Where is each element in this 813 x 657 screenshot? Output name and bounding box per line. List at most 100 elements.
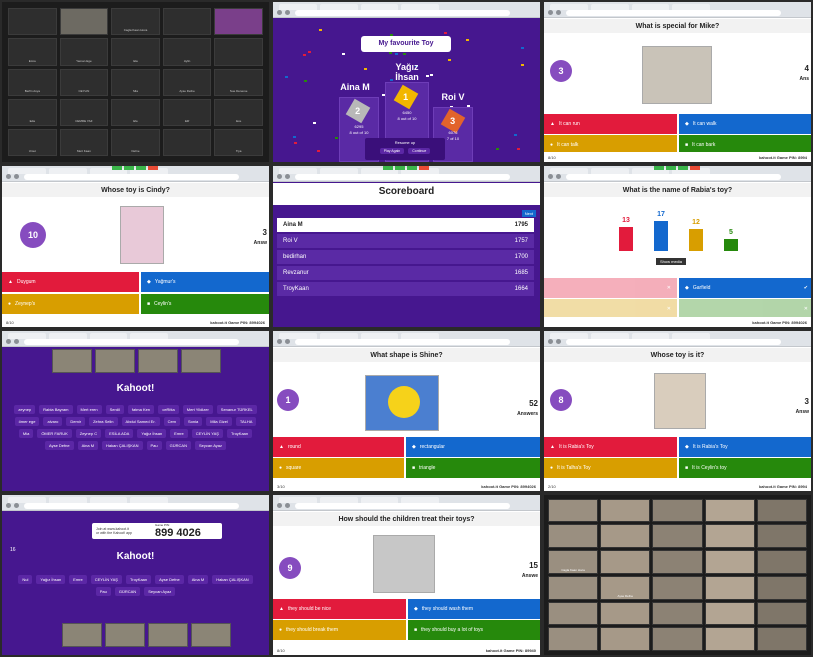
play-again-button[interactable]: Play Again xyxy=(379,148,405,154)
player-chip[interactable]: GÜRCAN xyxy=(165,440,191,450)
participant-tile[interactable] xyxy=(756,498,807,523)
player-chip[interactable]: Mert eren xyxy=(76,404,102,414)
player-chip[interactable]: Demir xyxy=(66,416,86,426)
participant-tile[interactable]: Efe xyxy=(111,98,160,126)
player-chip[interactable]: TroyKaan xyxy=(125,574,152,584)
participant-tile[interactable] xyxy=(652,524,703,549)
show-media-button[interactable]: Show media xyxy=(656,258,687,266)
player-chip[interactable]: Pau xyxy=(95,586,111,596)
answer-option-blue[interactable]: ◆ Garfield ✔ xyxy=(679,278,811,299)
participant-tile[interactable] xyxy=(214,8,263,36)
answer-option-green[interactable]: ■ Ceylin's xyxy=(141,294,269,315)
player-chip[interactable]: Abdul Samed Er. xyxy=(121,416,160,426)
player-chip[interactable]: Hakan ÇALIŞKAN xyxy=(102,440,143,450)
answer-option-blue[interactable]: ◆ rectangular xyxy=(406,436,540,457)
answer-option-red[interactable]: ▲ they should be nice xyxy=(273,598,406,619)
player-chip[interactable]: ceRitta xyxy=(158,404,179,414)
participant-tile[interactable]: Eda xyxy=(8,98,57,126)
player-chip[interactable]: GÜRCAN xyxy=(114,586,141,596)
player-chip[interactable]: ömer ege xyxy=(14,416,40,426)
participant-tile[interactable]: Ece xyxy=(214,98,263,126)
answer-option-green[interactable]: ■ triangle xyxy=(406,457,540,478)
participant-tile[interactable] xyxy=(8,8,57,36)
player-chip[interactable]: Mia xyxy=(18,428,34,438)
player-chip[interactable]: Emre xyxy=(170,428,188,438)
player-chip[interactable]: fatma Kerı xyxy=(127,404,155,414)
answer-option-blue[interactable]: ◆ It can walk xyxy=(679,114,811,134)
player-chip[interactable]: ESİLA ADA xyxy=(105,428,134,438)
participant-tile[interactable] xyxy=(652,627,703,651)
participant-tile[interactable] xyxy=(756,627,807,651)
player-chip[interactable]: Yağız İhsan xyxy=(36,574,66,584)
answer-option-green[interactable]: ■ It is Ceylin's toy xyxy=(679,457,811,478)
participant-tile[interactable] xyxy=(756,524,807,549)
player-chip[interactable]: Ayse Defne xyxy=(155,574,184,584)
player-chip[interactable]: TroyKaan xyxy=(226,428,253,438)
participant-tile[interactable]: Umut xyxy=(8,129,57,157)
participant-tile[interactable] xyxy=(548,524,599,549)
participant-tile[interactable] xyxy=(704,498,755,523)
answer-option-yellow[interactable]: ● Zeynep's xyxy=(2,294,139,315)
player-chip[interactable]: TALHA xyxy=(235,416,257,426)
participant-tile[interactable] xyxy=(704,627,755,651)
participant-tile[interactable] xyxy=(162,8,212,36)
participant-tile[interactable] xyxy=(652,550,703,574)
player-chip[interactable]: CEYLİN YAŞ xyxy=(90,574,122,584)
participant-tile[interactable] xyxy=(600,601,651,626)
participant-tile[interactable] xyxy=(652,498,703,523)
answer-option-red[interactable]: ✕ xyxy=(544,278,677,299)
player-chip[interactable]: Zeynep C xyxy=(75,428,102,438)
player-chip[interactable]: Seycan Ayaz xyxy=(144,586,176,596)
participant-tile[interactable] xyxy=(704,601,755,626)
participant-tile[interactable] xyxy=(756,601,807,626)
participant-tile[interactable]: Sue Deneme xyxy=(214,68,263,96)
participant-tile[interactable] xyxy=(548,627,599,651)
answer-option-blue[interactable]: ◆ Yağmur's xyxy=(141,272,269,293)
player-chip[interactable]: zeynep xyxy=(14,404,36,414)
player-chip[interactable]: ÖMER FARUK xyxy=(37,428,72,438)
player-chip[interactable]: alvaro xyxy=(43,416,63,426)
participant-tile[interactable]: Cagla Kaan Hoca xyxy=(111,8,160,36)
answer-option-yellow[interactable]: ● square xyxy=(273,457,404,478)
participant-tile[interactable] xyxy=(600,524,651,549)
answer-option-blue[interactable]: ◆ they should wash them xyxy=(408,598,540,619)
player-chip[interactable]: Zehra Selin xyxy=(89,416,118,426)
answer-option-red[interactable]: ▲ It is Rabia's Toy xyxy=(544,436,677,457)
player-chip[interactable]: Rabia Bayram xyxy=(39,404,73,414)
player-chip[interactable]: Senanur TÜRKEL xyxy=(216,404,257,414)
participant-tile[interactable] xyxy=(600,627,651,651)
participant-tile[interactable]: Ela xyxy=(111,38,160,66)
answer-option-yellow[interactable]: ● they should break them xyxy=(273,619,406,640)
answer-option-yellow[interactable]: ● It is Talha's Toy xyxy=(544,457,677,478)
participant-tile[interactable]: CEMRE YAZ xyxy=(59,98,109,126)
player-chip[interactable]: Aina M xyxy=(77,440,99,450)
participant-tile[interactable]: Elif xyxy=(162,98,212,126)
player-chip[interactable]: Mert Yildizer xyxy=(182,404,213,414)
participant-tile[interactable]: Ayse Defne xyxy=(600,575,651,600)
participant-tile[interactable] xyxy=(704,524,755,549)
participant-tile[interactable] xyxy=(600,498,651,523)
participant-tile[interactable] xyxy=(600,550,651,574)
player-chip[interactable]: Nul xyxy=(18,574,33,584)
participant-tile[interactable]: Emre xyxy=(8,38,57,66)
player-chip[interactable]: Mila Gizel xyxy=(206,416,232,426)
participant-tile[interactable] xyxy=(652,601,703,626)
player-chip[interactable]: Pau xyxy=(146,440,162,450)
participant-tile[interactable]: Tiya xyxy=(214,129,263,157)
participant-tile[interactable]: Mert Kaan xyxy=(59,129,109,157)
participant-tile[interactable]: Aylin xyxy=(162,38,212,66)
participant-tile[interactable] xyxy=(59,8,109,36)
participant-tile[interactable] xyxy=(704,575,755,600)
player-chip[interactable]: Hakan ÇALIŞKAN xyxy=(212,574,253,584)
participant-tile[interactable]: Mia xyxy=(111,68,160,96)
player-chip[interactable]: Aina M xyxy=(187,574,209,584)
participant-tile[interactable] xyxy=(756,550,807,574)
player-chip[interactable]: CEYLİN YAŞ xyxy=(191,428,223,438)
player-chip[interactable]: Emre xyxy=(69,574,87,584)
participant-tile[interactable] xyxy=(548,498,599,523)
player-chip[interactable]: Serdil xyxy=(105,404,124,414)
player-chip[interactable]: Ayse Defne xyxy=(44,440,74,450)
participant-tile[interactable]: CEYLIN xyxy=(59,68,109,96)
next-button[interactable]: Next xyxy=(521,210,536,218)
participant-tile[interactable] xyxy=(756,575,807,600)
